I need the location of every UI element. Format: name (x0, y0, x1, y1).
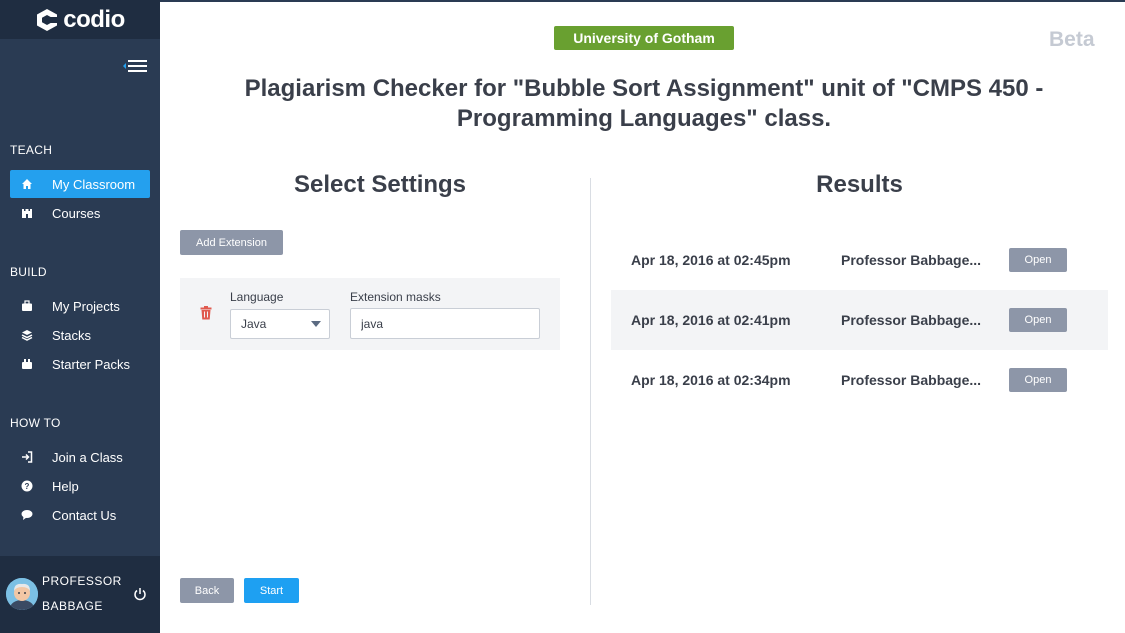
sidebar-item-label: Join a Class (52, 449, 123, 465)
layers-icon (20, 328, 34, 342)
logo-bar: codio (0, 0, 160, 39)
open-result-button[interactable]: Open (1009, 308, 1067, 332)
result-author: Professor Babbage... (841, 312, 982, 328)
home-icon (20, 177, 34, 191)
result-row: Apr 18, 2016 at 02:34pm Professor Babbag… (611, 350, 1108, 410)
power-icon[interactable] (132, 586, 148, 602)
result-author: Professor Babbage... (841, 372, 982, 388)
settings-title: Select Settings (293, 171, 467, 198)
sidebar-item-label: Help (52, 478, 79, 494)
sidebar-item-stacks[interactable]: Stacks (10, 321, 150, 349)
user-last-name: BABBAGE (42, 599, 103, 613)
open-result-button[interactable]: Open (1009, 368, 1067, 392)
chat-icon (20, 508, 34, 522)
language-label: Language (230, 290, 284, 304)
back-button[interactable]: Back (180, 578, 234, 603)
beta-label: Beta (1049, 28, 1095, 51)
sidebar-item-label: Contact Us (52, 507, 117, 523)
briefcase-icon (20, 299, 34, 313)
avatar[interactable] (6, 578, 38, 610)
castle-icon (20, 206, 34, 220)
university-badge: University of Gotham (554, 26, 734, 50)
add-extension-button[interactable]: Add Extension (180, 230, 283, 255)
sidebar-item-contact-us[interactable]: Contact Us (10, 501, 150, 529)
column-divider (590, 178, 591, 605)
results-title: Results (816, 171, 903, 198)
result-date: Apr 18, 2016 at 02:34pm (631, 372, 791, 388)
open-result-button[interactable]: Open (1009, 248, 1067, 272)
codio-logo[interactable]: codio (35, 6, 125, 34)
section-title-teach: TEACH (10, 143, 53, 157)
user-first-name: PROFESSOR (42, 574, 122, 588)
sidebar-item-label: Courses (52, 205, 101, 221)
chevron-down-icon (311, 321, 321, 327)
result-date: Apr 18, 2016 at 02:45pm (631, 252, 791, 268)
sidebar-item-label: Starter Packs (52, 356, 131, 372)
extension-masks-input[interactable] (350, 308, 540, 339)
result-row: Apr 18, 2016 at 02:41pm Professor Babbag… (611, 290, 1108, 350)
page-title: Plagiarism Checker for "Bubble Sort Assi… (244, 75, 1044, 132)
sidebar-item-label: My Projects (52, 298, 120, 314)
sign-in-icon (20, 450, 34, 464)
result-row: Apr 18, 2016 at 02:45pm Professor Babbag… (611, 230, 1108, 290)
collapse-menu-icon[interactable] (120, 58, 150, 74)
sidebar-item-courses[interactable]: Courses (10, 199, 150, 227)
sidebar-item-label: My Classroom (52, 176, 136, 192)
sidebar-item-starter-packs[interactable]: Starter Packs (10, 350, 150, 378)
start-button[interactable]: Start (244, 578, 299, 603)
result-author: Professor Babbage... (841, 252, 982, 268)
svg-text:?: ? (25, 482, 30, 491)
app-name: codio (63, 5, 125, 33)
trash-icon[interactable] (200, 306, 212, 320)
question-icon: ? (20, 479, 34, 493)
sidebar-item-my-classroom[interactable]: My Classroom (10, 170, 150, 198)
package-icon (20, 357, 34, 371)
language-select[interactable]: Java (230, 309, 330, 339)
avatar-image (6, 578, 38, 610)
section-title-build: BUILD (10, 265, 47, 279)
sidebar: codio TEACH My Classroom Courses BUILD M… (0, 0, 160, 633)
result-date: Apr 18, 2016 at 02:41pm (631, 312, 791, 328)
sidebar-item-help[interactable]: ? Help (10, 472, 150, 500)
sidebar-item-label: Stacks (52, 327, 92, 343)
language-select-value: Java (241, 317, 267, 331)
section-title-how-to: HOW TO (10, 416, 61, 430)
sidebar-item-join-a-class[interactable]: Join a Class (10, 443, 150, 471)
extension-masks-label: Extension masks (350, 290, 441, 304)
sidebar-item-my-projects[interactable]: My Projects (10, 292, 150, 320)
codio-logo-icon (37, 8, 59, 31)
top-border (160, 0, 1125, 2)
